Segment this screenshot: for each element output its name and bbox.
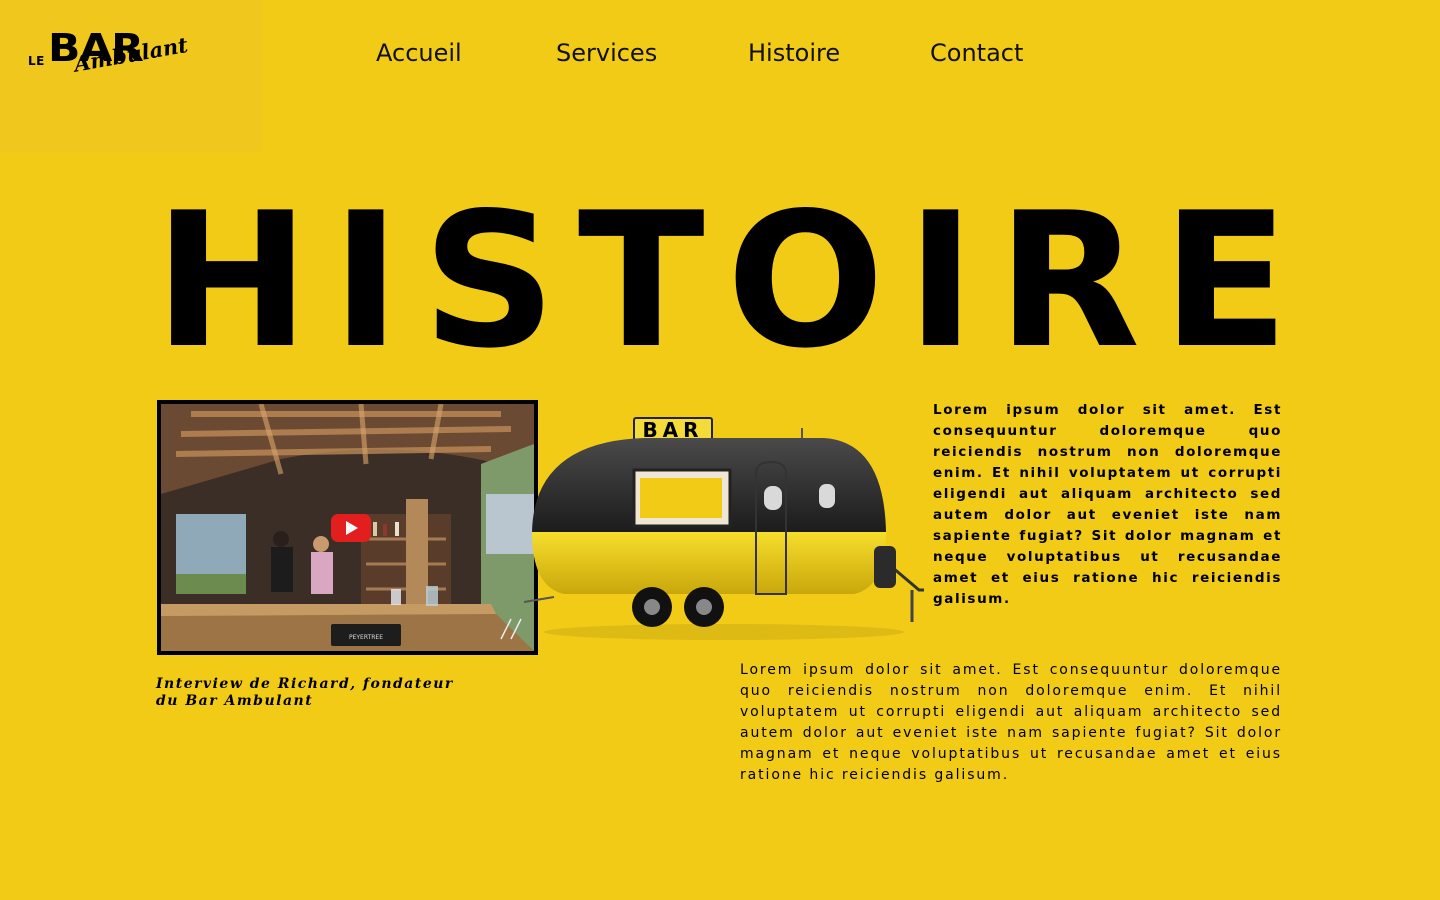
title-letter: R — [997, 172, 1141, 389]
title-letter: H — [154, 172, 310, 389]
title-letter: S — [422, 172, 557, 389]
title-letter: O — [726, 172, 885, 389]
intro-paragraph-bold: Lorem ipsum dolor sit amet. Est consequu… — [933, 402, 1282, 607]
title-letter: T — [577, 172, 705, 389]
interview-video[interactable]: PEYERTREE — [157, 400, 538, 655]
main-navigation: Accueil Services Histoire Contact — [0, 36, 1440, 76]
title-letter: I — [331, 172, 401, 389]
mat-sign-text: PEYERTREE — [349, 634, 383, 641]
video-caption: Interview de Richard, fondateur du Bar A… — [156, 676, 454, 709]
nav-link-services[interactable]: Services — [556, 36, 657, 70]
nav-link-histoire[interactable]: Histoire — [748, 36, 840, 70]
bar-trailer-image: BAR — [524, 417, 924, 640]
youtube-play-icon[interactable] — [331, 514, 371, 542]
page-title: H I S T O I R E — [154, 186, 1289, 376]
title-letter: E — [1161, 172, 1289, 389]
nav-link-accueil[interactable]: Accueil — [376, 36, 462, 70]
nav-link-contact[interactable]: Contact — [930, 36, 1023, 70]
title-letter: I — [906, 172, 976, 389]
logo-panel: LE BAR Ambulant — [0, 0, 262, 152]
intro-paragraph-light: Lorem ipsum dolor sit amet. Est consequu… — [740, 662, 1282, 783]
